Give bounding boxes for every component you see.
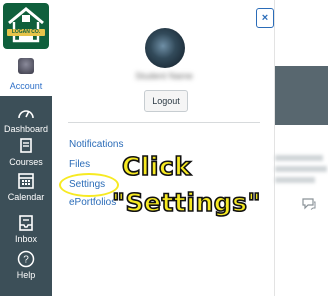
nav-label-dashboard: Dashboard (3, 124, 49, 134)
background-course-card (275, 66, 328, 125)
school-house-icon (8, 7, 44, 43)
link-notifications[interactable]: Notifications (69, 139, 123, 150)
nav-label-account: Account (9, 81, 43, 91)
nav-label-inbox: Inbox (14, 234, 38, 244)
close-tray-button[interactable]: × (256, 8, 274, 28)
background-text-line (275, 177, 315, 183)
settings-highlight-circle (59, 173, 119, 197)
link-eportfolios[interactable]: ePortfolios (69, 197, 116, 208)
inbox-icon (19, 215, 33, 231)
dashboard-gauge-icon (18, 110, 34, 119)
background-text-line (275, 166, 327, 172)
nav-item-help[interactable]: ? Help (0, 250, 52, 288)
avatar (18, 58, 34, 74)
logo-text: LOGAN CO. (11, 29, 41, 35)
nav-item-account[interactable]: Account (0, 52, 52, 96)
school-logo[interactable]: LOGAN CO. (0, 0, 52, 52)
profile-picture (145, 28, 185, 68)
background-discussion-icon (302, 198, 316, 210)
logo-banner: LOGAN CO. (7, 29, 45, 36)
callout-text-click: Click (121, 151, 192, 182)
tray-divider (68, 122, 260, 123)
user-name-text: Student Name (135, 71, 193, 81)
help-icon: ? (17, 250, 35, 268)
svg-text:?: ? (23, 255, 29, 266)
calendar-icon (18, 173, 34, 189)
nav-item-courses[interactable]: Courses (0, 137, 52, 175)
logo-badge: LOGAN CO. (3, 3, 49, 49)
user-name: Student Name (118, 70, 210, 82)
nav-item-inbox[interactable]: Inbox (0, 214, 52, 252)
nav-label-help: Help (16, 270, 36, 280)
nav-label-calendar: Calendar (7, 192, 45, 202)
nav-label-courses: Courses (9, 157, 43, 167)
callout-text-settings: "Settings" (111, 187, 262, 218)
courses-book-icon (20, 138, 32, 153)
global-navigation: LOGAN CO. Account Dashboard Courses Cale… (0, 0, 52, 296)
nav-item-calendar[interactable]: Calendar (0, 172, 52, 210)
background-text-line (275, 155, 323, 161)
link-files[interactable]: Files (69, 159, 90, 170)
logout-button[interactable]: Logout (144, 90, 188, 112)
